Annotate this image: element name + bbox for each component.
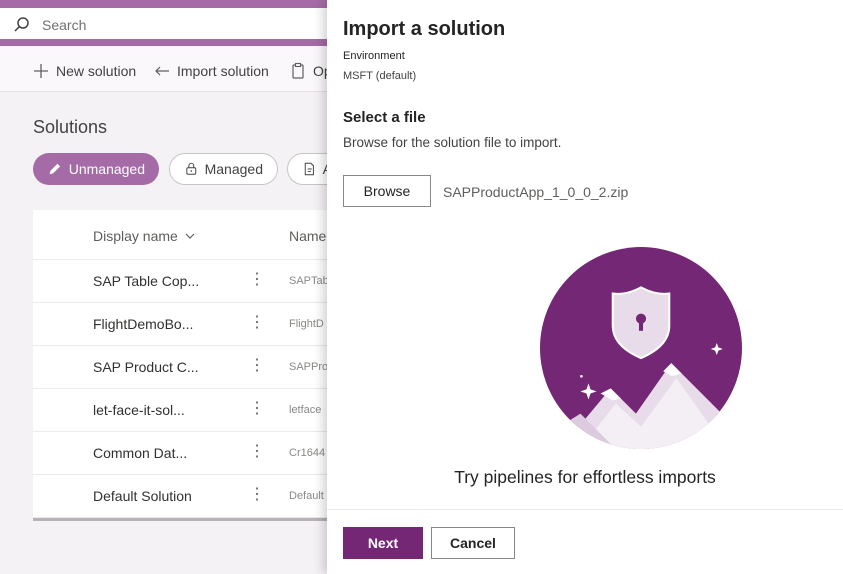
- row-display-name[interactable]: Common Dat...: [93, 445, 187, 461]
- table-row[interactable]: SAP Table Cop... ⋮ SAPTab: [33, 260, 333, 303]
- row-name: SAPTab: [289, 275, 329, 287]
- lock-icon: [186, 162, 197, 175]
- solutions-grid: Display name Name SAP Table Cop... ⋮ SAP…: [33, 210, 333, 521]
- table-row[interactable]: FlightDemoBo... ⋮ FlightD: [33, 303, 333, 346]
- column-name[interactable]: Name: [289, 228, 326, 244]
- select-file-description: Browse for the solution file to import.: [343, 135, 562, 150]
- row-display-name[interactable]: FlightDemoBo...: [93, 316, 193, 332]
- plus-icon: [34, 64, 48, 78]
- panel-title: Import a solution: [343, 18, 506, 40]
- row-display-name[interactable]: let-face-it-sol...: [93, 402, 185, 418]
- row-display-name[interactable]: SAP Product C...: [93, 359, 199, 375]
- table-row[interactable]: let-face-it-sol... ⋮ letface: [33, 389, 333, 432]
- row-display-name[interactable]: Default Solution: [93, 488, 192, 504]
- selected-file-name: SAPProductApp_1_0_0_2.zip: [443, 184, 629, 200]
- pipelines-illustration: [540, 247, 742, 449]
- filter-unmanaged-label: Unmanaged: [68, 161, 145, 177]
- more-options-icon[interactable]: ⋮: [249, 355, 265, 375]
- grid-header: Display name Name: [33, 210, 333, 260]
- more-options-icon[interactable]: ⋮: [249, 312, 265, 332]
- document-icon: [304, 162, 314, 176]
- table-row[interactable]: Common Dat... ⋮ Cr1644: [33, 432, 333, 475]
- table-row[interactable]: Default Solution ⋮ Default: [33, 475, 333, 518]
- import-solution-panel: Import a solution Environment MSFT (defa…: [327, 0, 843, 574]
- more-options-icon[interactable]: ⋮: [249, 398, 265, 418]
- import-solution-label: Import solution: [177, 63, 269, 79]
- browse-button[interactable]: Browse: [343, 175, 431, 207]
- table-row[interactable]: SAP Product C... ⋮ SAPPro: [33, 346, 333, 389]
- new-solution-button[interactable]: New solution: [32, 62, 136, 80]
- column-display-name-label: Display name: [93, 228, 178, 244]
- more-options-icon[interactable]: ⋮: [249, 441, 265, 461]
- more-options-icon[interactable]: ⋮: [249, 269, 265, 289]
- more-options-icon[interactable]: ⋮: [249, 484, 265, 504]
- column-display-name[interactable]: Display name: [93, 228, 196, 244]
- page-title: Solutions: [33, 117, 108, 137]
- new-solution-label: New solution: [56, 63, 137, 79]
- row-name: Cr1644: [289, 447, 326, 459]
- row-name: SAPPro: [289, 361, 329, 373]
- pipelines-promo-text: Try pipelines for effortless imports: [454, 467, 716, 487]
- command-bar: New solution Import solution Op: [0, 46, 332, 92]
- environment-label: Environment: [343, 50, 405, 62]
- import-solution-button[interactable]: Import solution: [153, 62, 269, 80]
- next-button[interactable]: Next: [343, 527, 423, 559]
- panel-footer: Next Cancel: [327, 509, 843, 574]
- environment-value: MSFT (default): [343, 70, 417, 82]
- row-display-name[interactable]: SAP Table Cop...: [93, 273, 199, 289]
- pencil-icon: [49, 163, 61, 175]
- select-file-heading: Select a file: [343, 109, 426, 126]
- row-name: FlightD: [289, 318, 324, 330]
- clipboard-icon: [292, 62, 304, 79]
- chevron-down-icon: [185, 233, 195, 239]
- search-icon: [14, 17, 29, 32]
- cancel-button[interactable]: Cancel: [431, 527, 515, 559]
- row-name: letface: [289, 404, 322, 416]
- open-appsource-button[interactable]: Op: [289, 62, 332, 80]
- filter-unmanaged[interactable]: Unmanaged: [33, 153, 159, 185]
- filter-managed[interactable]: Managed: [169, 153, 278, 185]
- import-arrow-icon: [155, 66, 169, 76]
- search-box[interactable]: Search: [0, 8, 340, 39]
- row-name: Default: [289, 490, 324, 502]
- filter-managed-label: Managed: [204, 161, 263, 177]
- search-input[interactable]: Search: [42, 17, 86, 33]
